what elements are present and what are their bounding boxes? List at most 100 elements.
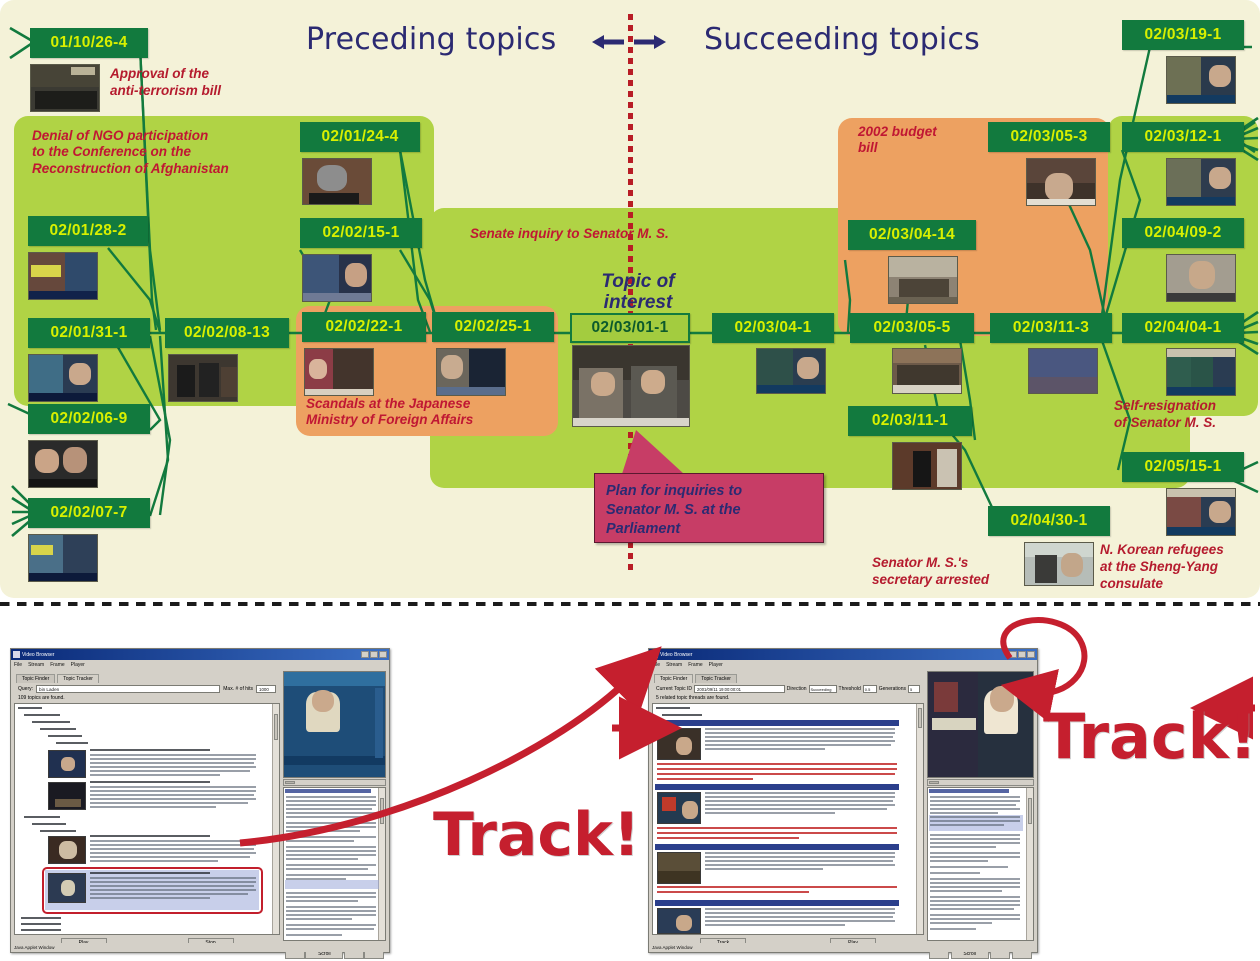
list-scrollbar[interactable] — [272, 704, 279, 934]
node-02-03-04-14[interactable]: 02/03/04-14 — [848, 220, 976, 250]
current-topic-input[interactable]: 2001/09/11 19:00:00:01 — [694, 685, 785, 693]
result-thumbnail[interactable] — [48, 750, 86, 778]
tracker-controls-row[interactable]: Current Topic ID 2001/09/11 19:00:00:01 … — [652, 683, 924, 695]
transcript-pane-left[interactable] — [283, 787, 386, 941]
thumbnail-02-03-12-1[interactable] — [1166, 158, 1236, 206]
app-window-topic-tracker[interactable]: Video Browser File Stream Frame Player T… — [648, 648, 1038, 959]
transcript-scrollbar[interactable] — [378, 788, 385, 940]
node-02-03-05-3[interactable]: 02/03/05-3 — [988, 122, 1110, 152]
tabs-left[interactable]: Topic Finder Topic Tracker — [14, 671, 280, 683]
window-controls[interactable] — [1009, 651, 1035, 658]
tab-topic-tracker[interactable]: Topic Tracker — [57, 674, 99, 683]
topic-header-bar[interactable] — [655, 784, 899, 790]
menubar-left[interactable]: File Stream Frame Player — [11, 660, 389, 669]
node-02-02-07-7[interactable]: 02/02/07-7 — [28, 498, 150, 528]
minimize-button[interactable] — [1009, 651, 1017, 658]
threshold-select[interactable]: 0.5 — [862, 685, 877, 693]
node-02-01-28-2[interactable]: 02/01/28-2 — [28, 216, 148, 246]
tab-topic-finder[interactable]: Topic Finder — [16, 674, 56, 683]
menu-file[interactable]: File — [14, 662, 22, 668]
node-02-02-22-1[interactable]: 02/02/22-1 — [302, 312, 426, 342]
tab-topic-tracker[interactable]: Topic Tracker — [695, 674, 737, 683]
node-02-03-19-1[interactable]: 02/03/19-1 — [1122, 20, 1244, 50]
thumbnail-02-03-01-1[interactable] — [572, 345, 690, 427]
thumbnail-02-03-04-14[interactable] — [888, 256, 958, 304]
thumbnail-02-04-30-1[interactable] — [1024, 542, 1094, 586]
thumbnail-02-01-31-1[interactable] — [28, 354, 98, 402]
thumbnail-02-03-05-5[interactable] — [892, 348, 962, 394]
result-thumbnail[interactable] — [657, 908, 701, 934]
node-01-10-26-4[interactable]: 01/10/26-4 — [30, 28, 148, 58]
node-02-03-04-1[interactable]: 02/03/04-1 — [712, 313, 834, 343]
node-02-03-12-1[interactable]: 02/03/12-1 — [1122, 122, 1244, 152]
node-02-03-11-1[interactable]: 02/03/11-1 — [848, 406, 972, 436]
topic-results-list[interactable] — [14, 703, 280, 935]
topic-header-bar[interactable] — [655, 720, 899, 726]
thumbnail-02-02-07-7[interactable] — [28, 534, 98, 582]
thumbnail-02-03-11-3[interactable] — [1028, 348, 1098, 394]
menu-file[interactable]: File — [652, 662, 660, 668]
query-input[interactable]: bin Laden — [36, 685, 221, 693]
list-scrollbar[interactable] — [916, 704, 923, 934]
menubar-right[interactable]: File Stream Frame Player — [649, 660, 1037, 669]
thumbnail-02-02-15-1[interactable] — [302, 254, 372, 302]
topic-header-bar[interactable] — [655, 844, 899, 850]
menu-player[interactable]: Player — [71, 662, 85, 668]
result-thumbnail[interactable] — [48, 782, 86, 810]
transcript-pane-right[interactable] — [927, 787, 1034, 941]
transcript-scrollbar[interactable] — [1026, 788, 1033, 940]
thumbnail-02-02-25-1[interactable] — [436, 348, 506, 396]
node-02-02-06-9[interactable]: 02/02/06-9 — [28, 404, 150, 434]
node-02-02-15-1[interactable]: 02/02/15-1 — [300, 218, 422, 248]
close-button[interactable] — [379, 651, 387, 658]
result-thumbnail[interactable] — [657, 852, 701, 884]
thumbnail-02-03-11-1[interactable] — [892, 442, 962, 490]
node-02-01-24-4[interactable]: 02/01/24-4 — [300, 122, 420, 152]
node-02-02-25-1[interactable]: 02/02/25-1 — [432, 312, 554, 342]
tabs-right[interactable]: Topic Finder Topic Tracker — [652, 671, 924, 683]
result-thumbnail[interactable] — [48, 836, 86, 864]
thumbnail-01-10-26-4[interactable] — [30, 64, 100, 112]
tab-topic-finder[interactable]: Topic Finder — [654, 674, 694, 683]
direction-select[interactable]: Succeeding — [808, 685, 837, 693]
node-02-05-15-1[interactable]: 02/05/15-1 — [1122, 452, 1244, 482]
thumbnail-02-04-04-1[interactable] — [1166, 348, 1236, 396]
titlebar-left[interactable]: Video Browser — [11, 649, 389, 660]
node-02-03-05-5[interactable]: 02/03/05-5 — [850, 313, 974, 343]
thumbnail-02-03-04-1[interactable] — [756, 348, 826, 394]
minimize-button[interactable] — [361, 651, 369, 658]
result-thumbnail[interactable] — [657, 728, 701, 760]
menu-frame[interactable]: Frame — [50, 662, 64, 668]
node-02-02-08-13[interactable]: 02/02/08-13 — [165, 318, 289, 348]
thumbnail-02-03-19-1[interactable] — [1166, 56, 1236, 104]
titlebar-right[interactable]: Video Browser — [649, 649, 1037, 660]
thumbnail-02-05-15-1[interactable] — [1166, 488, 1236, 536]
result-thumbnail[interactable] — [657, 792, 701, 824]
window-controls[interactable] — [361, 651, 387, 658]
tracked-topics-list[interactable] — [652, 703, 924, 935]
node-02-01-31-1[interactable]: 02/01/31-1 — [28, 318, 150, 348]
max-hits-select[interactable]: 1000 — [256, 685, 276, 693]
node-02-04-04-1[interactable]: 02/04/04-1 — [1122, 313, 1244, 343]
generations-select[interactable]: 5 — [908, 685, 920, 693]
close-button[interactable] — [1027, 651, 1035, 658]
thumbnail-02-04-09-2[interactable] — [1166, 254, 1236, 302]
menu-stream[interactable]: Stream — [28, 662, 44, 668]
app-window-topic-finder[interactable]: Video Browser File Stream Frame Player T… — [10, 648, 390, 959]
maximize-button[interactable] — [1018, 651, 1026, 658]
node-02-04-30-1[interactable]: 02/04/30-1 — [988, 506, 1110, 536]
topic-header-bar[interactable] — [655, 900, 899, 906]
node-02-03-01-1-focus[interactable]: 02/03/01-1 — [570, 313, 690, 343]
video-preview-left[interactable] — [283, 671, 386, 778]
thumbnail-02-02-06-9[interactable] — [28, 440, 98, 488]
menu-player[interactable]: Player — [709, 662, 723, 668]
video-preview-right[interactable] — [927, 671, 1034, 778]
thumbnail-02-02-08-13[interactable] — [168, 354, 238, 402]
thumbnail-02-03-05-3[interactable] — [1026, 158, 1096, 206]
query-row[interactable]: Query: bin Laden Max. # of hits 1000 — [14, 683, 280, 695]
maximize-button[interactable] — [370, 651, 378, 658]
node-02-04-09-2[interactable]: 02/04/09-2 — [1122, 218, 1244, 248]
menu-stream[interactable]: Stream — [666, 662, 682, 668]
thumbnail-02-01-24-4[interactable] — [302, 158, 372, 205]
thumbnail-02-02-22-1[interactable] — [304, 348, 374, 396]
